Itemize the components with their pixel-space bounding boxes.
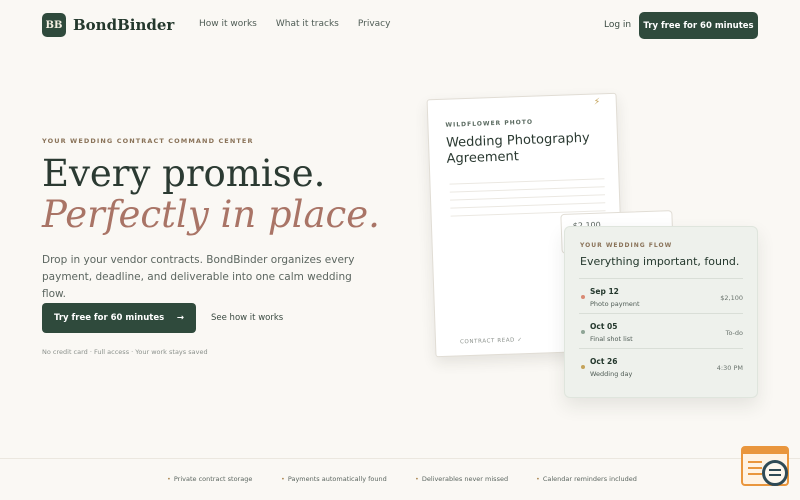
- hero-try-free-button[interactable]: Try free for 60 minutes →: [42, 303, 196, 333]
- feature-item: • Deliverables never missed: [415, 475, 508, 483]
- hero-cta-label: Try free for 60 minutes: [54, 313, 165, 323]
- text-line: [450, 202, 606, 209]
- widget-line: [748, 461, 762, 463]
- hero-eyebrow: YOUR WEDDING CONTRACT COMMAND CENTER: [42, 137, 254, 145]
- bullet-icon: •: [167, 475, 171, 483]
- feature-item: • Calendar reminders included: [536, 475, 637, 483]
- magnifier-icon: [762, 460, 788, 486]
- feature-label: Deliverables never missed: [421, 475, 509, 483]
- flow-item-value: 4:30 PM: [716, 364, 743, 372]
- landing-page: BB BondBinder How it works What it track…: [0, 0, 800, 500]
- flow-item-date: Oct 26: [590, 357, 618, 366]
- text-line: [449, 186, 605, 193]
- login-link[interactable]: Log in: [604, 20, 631, 30]
- text-line: [450, 194, 606, 201]
- logo-mark-icon: BB: [42, 13, 66, 37]
- search-helper-widget-icon[interactable]: [741, 446, 789, 486]
- nav-link-what-it-tracks[interactable]: What it tracks: [276, 19, 339, 29]
- bullet-icon: •: [536, 475, 540, 483]
- status-dot-icon: [581, 365, 585, 369]
- top-nav: BB BondBinder How it works What it track…: [0, 0, 800, 50]
- nav-link-privacy[interactable]: Privacy: [358, 19, 391, 29]
- flow-label: YOUR WEDDING FLOW: [580, 242, 673, 249]
- nav-links: How it works What it tracks Privacy: [199, 19, 409, 29]
- flow-item: Oct 26 Wedding day 4:30 PM: [579, 348, 743, 383]
- flow-item-date: Oct 05: [590, 322, 618, 331]
- flow-item: Oct 05 Final shot list To-do: [579, 313, 743, 348]
- flow-item-date: Sep 12: [590, 287, 619, 296]
- status-dot-icon: [581, 330, 585, 334]
- widget-line: [748, 473, 762, 475]
- bullet-icon: •: [415, 475, 419, 483]
- flow-item-value: To-do: [725, 329, 743, 337]
- flow-item-label: Wedding day: [590, 370, 633, 378]
- flow-item-value: $2,100: [720, 294, 743, 302]
- feature-item: • Private contract storage: [167, 475, 252, 483]
- headline-line-1: Every promise.: [42, 152, 326, 195]
- brand-name: BondBinder: [73, 16, 175, 34]
- flow-title: Everything important, found.: [580, 255, 740, 268]
- flow-item-label: Photo payment: [590, 300, 640, 308]
- status-dot-icon: [581, 295, 585, 299]
- bullet-icon: •: [281, 475, 285, 483]
- text-line: [449, 178, 605, 185]
- fine-print: No credit card · Full access · Your work…: [42, 348, 208, 356]
- widget-line: [748, 467, 762, 469]
- feature-label: Private contract storage: [173, 475, 253, 483]
- arrow-right-icon: →: [176, 313, 184, 323]
- contract-vendor: WILDFLOWER PHOTO: [445, 118, 534, 129]
- nav-try-free-button[interactable]: Try free for 60 minutes: [639, 12, 758, 39]
- wedding-flow-card: YOUR WEDDING FLOW Everything important, …: [564, 226, 758, 398]
- flow-item: Sep 12 Photo payment $2,100: [579, 278, 743, 313]
- bolt-icon: ⚡: [593, 97, 601, 108]
- contract-title: Wedding Photography Agreement: [445, 130, 590, 167]
- lens-line: [769, 469, 781, 471]
- feature-label: Calendar reminders included: [542, 475, 637, 483]
- nav-link-how-it-works[interactable]: How it works: [199, 19, 257, 29]
- see-how-it-works-link[interactable]: See how it works: [211, 313, 283, 323]
- feature-strip: • Private contract storage • Payments auto…: [0, 458, 800, 500]
- hero-description: Drop in your vendor contracts. BondBinde…: [42, 254, 355, 300]
- flow-item-label: Final shot list: [590, 335, 633, 343]
- feature-item: • Payments automatically found: [281, 475, 387, 483]
- feature-label: Payments automatically found: [287, 475, 387, 483]
- widget-title-bar: [743, 448, 787, 454]
- contract-read-status: CONTRACT READ ✓: [459, 337, 523, 346]
- lens-line: [769, 474, 781, 476]
- headline-line-2: Perfectly in place.: [42, 193, 380, 236]
- logo[interactable]: BB BondBinder: [42, 13, 174, 37]
